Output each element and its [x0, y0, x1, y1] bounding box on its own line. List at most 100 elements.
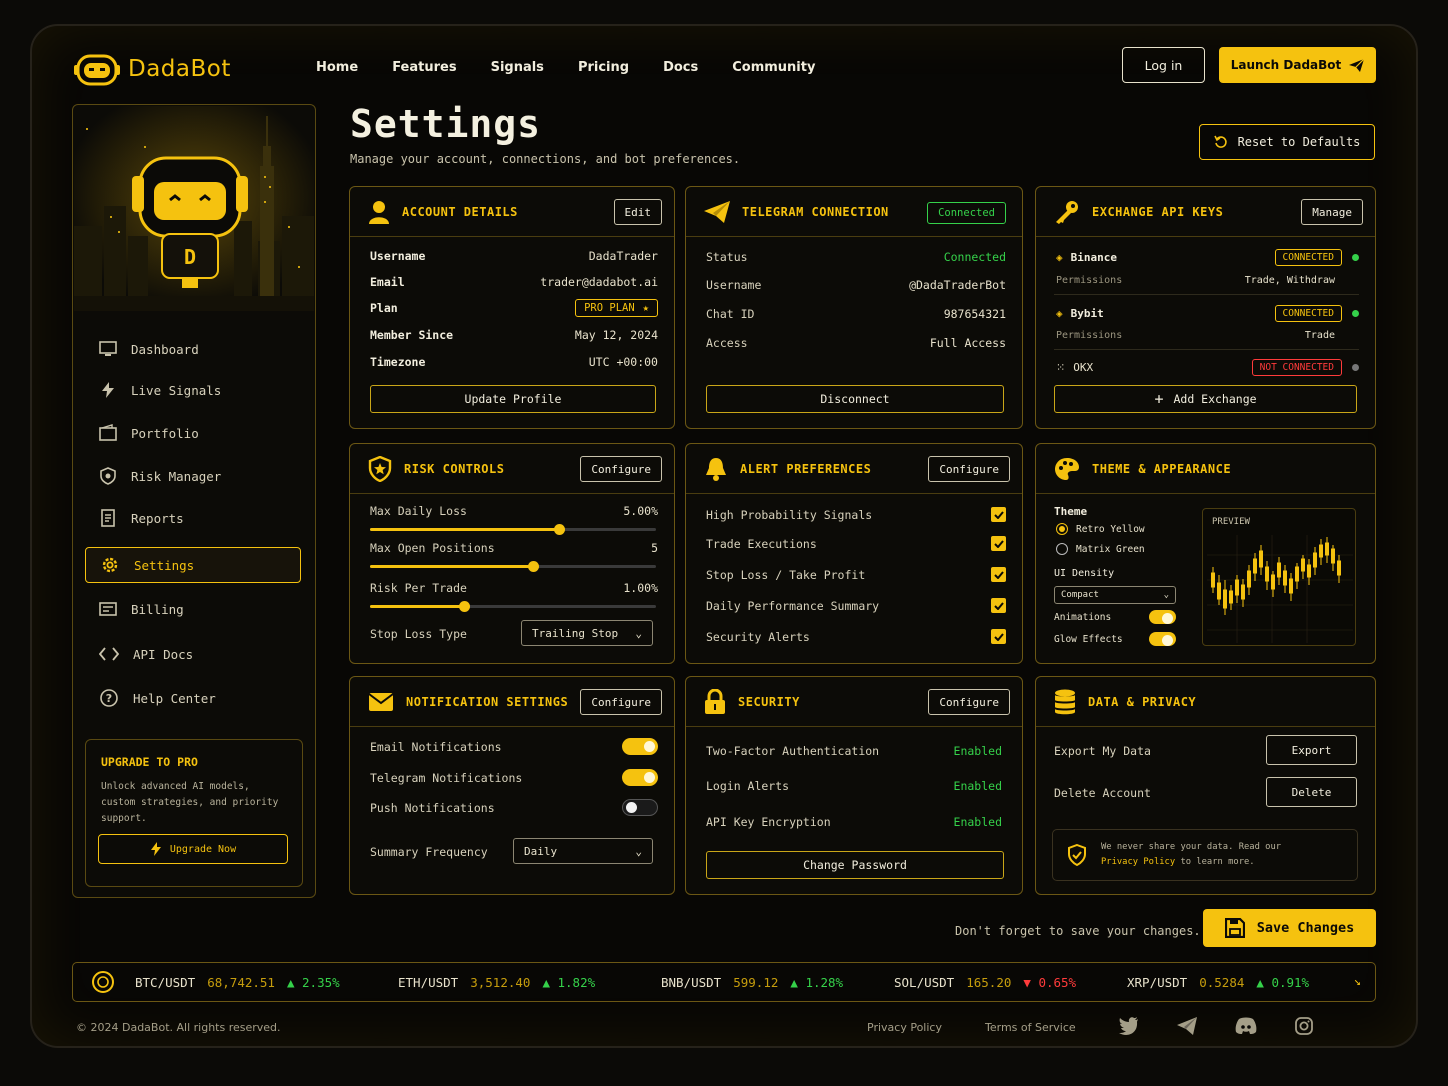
- sidebar-item-portfolio[interactable]: Portfolio: [85, 415, 301, 451]
- export-button[interactable]: Export: [1266, 735, 1357, 765]
- checkbox-checked[interactable]: [991, 598, 1006, 613]
- sidebar-item-risk-manager[interactable]: Risk Manager: [85, 458, 301, 494]
- checkbox-checked[interactable]: [991, 629, 1006, 644]
- card-title: TELEGRAM CONNECTION: [742, 204, 889, 219]
- density-select[interactable]: Compact ⌄: [1054, 586, 1176, 604]
- update-profile-button[interactable]: Update Profile: [370, 385, 656, 413]
- nav-docs[interactable]: Docs: [663, 60, 698, 75]
- chevron-down-icon: ⌄: [635, 844, 642, 858]
- configure-button[interactable]: Configure: [928, 456, 1010, 482]
- ticker-item[interactable]: BTC/USDT 68,742.51 ▲ 2.35%: [135, 975, 340, 990]
- telegram-row: Chat ID 987654321: [706, 307, 1006, 321]
- discord-icon[interactable]: [1235, 1017, 1257, 1035]
- configure-button[interactable]: Configure: [928, 689, 1010, 715]
- summary-frequency-select[interactable]: Daily ⌄: [513, 838, 653, 864]
- edit-button[interactable]: Edit: [613, 199, 662, 225]
- alert-row[interactable]: Security Alerts: [706, 629, 1006, 644]
- sidebar-item-api-docs[interactable]: API Docs: [85, 636, 301, 672]
- upgrade-button-label: Upgrade Now: [169, 843, 237, 855]
- launch-button[interactable]: Launch DadaBot: [1219, 47, 1376, 83]
- candlestick-preview-graphic: [1207, 535, 1353, 643]
- sidebar-item-label: Live Signals: [131, 382, 222, 398]
- radio-selected[interactable]: [1056, 523, 1068, 535]
- nav-community[interactable]: Community: [732, 60, 815, 75]
- slider-knob[interactable]: [528, 561, 540, 572]
- privacy-policy-link[interactable]: Privacy Policy: [1101, 857, 1175, 867]
- footer-privacy-link[interactable]: Privacy Policy: [867, 1021, 942, 1034]
- sidebar-item-help-center[interactable]: ? Help Center: [85, 680, 301, 716]
- sidebar-item-dashboard[interactable]: Dashboard: [85, 331, 301, 367]
- checkbox-checked[interactable]: [991, 567, 1006, 582]
- card-header: THEME & APPEARANCE: [1036, 444, 1375, 494]
- checkbox-checked[interactable]: [991, 507, 1006, 522]
- alert-row[interactable]: Trade Executions: [706, 536, 1006, 551]
- nav-pricing[interactable]: Pricing: [578, 60, 629, 75]
- theme-option-matrix-green[interactable]: Matrix Green: [1056, 543, 1145, 555]
- security-row: Login Alerts Enabled: [706, 779, 1002, 793]
- sidebar-item-reports[interactable]: Reports: [85, 500, 301, 536]
- save-reminder: Don't forget to save your changes.: [955, 924, 1201, 938]
- radio-unselected[interactable]: [1056, 543, 1068, 555]
- glow-effects-toggle[interactable]: [1149, 632, 1176, 646]
- checkbox-checked[interactable]: [991, 536, 1006, 551]
- brand-logo[interactable]: DadaBot: [74, 50, 231, 88]
- theme-label: Theme: [1054, 505, 1088, 518]
- email-notifications-toggle[interactable]: [622, 738, 658, 755]
- save-changes-button[interactable]: Save Changes: [1203, 909, 1376, 947]
- telegram-icon[interactable]: [1177, 1017, 1197, 1035]
- sidebar-item-live-signals[interactable]: Live Signals: [85, 372, 301, 408]
- account-row: Username DadaTrader: [370, 249, 658, 263]
- wallet-icon: [99, 424, 117, 441]
- account-row: Email trader@dadabot.ai: [370, 275, 658, 289]
- manage-button[interactable]: Manage: [1301, 199, 1363, 225]
- max-daily-loss-slider[interactable]: [370, 524, 656, 535]
- exchange-row-okx[interactable]: ⁙ OKX NOT CONNECTED: [1056, 359, 1359, 376]
- twitter-icon[interactable]: [1119, 1017, 1139, 1035]
- configure-button[interactable]: Configure: [580, 456, 662, 482]
- change-password-button[interactable]: Change Password: [706, 851, 1004, 879]
- star-icon: ★: [642, 302, 649, 314]
- exchange-row-bybit[interactable]: ◈ Bybit CONNECTED: [1056, 305, 1359, 322]
- add-exchange-button[interactable]: + Add Exchange: [1054, 385, 1357, 413]
- risk-per-trade-slider[interactable]: [370, 601, 656, 612]
- animations-toggle[interactable]: [1149, 610, 1176, 624]
- alert-row[interactable]: Stop Loss / Take Profit: [706, 567, 1006, 582]
- telegram-notifications-toggle[interactable]: [622, 769, 658, 786]
- max-open-positions-slider[interactable]: [370, 561, 656, 572]
- nav-signals[interactable]: Signals: [491, 60, 544, 75]
- ticker-item[interactable]: SOL/USDT 165.20 ▼ 0.65%: [894, 975, 1076, 990]
- upgrade-button[interactable]: Upgrade Now: [98, 834, 288, 864]
- nav-home[interactable]: Home: [316, 60, 358, 75]
- reset-defaults-button[interactable]: Reset to Defaults: [1199, 124, 1375, 160]
- slider-knob[interactable]: [553, 524, 565, 535]
- disconnect-button[interactable]: Disconnect: [706, 385, 1004, 413]
- app-window: DadaBot Home Features Signals Pricing Do…: [30, 24, 1418, 1048]
- alert-row[interactable]: High Probability Signals: [706, 507, 1006, 522]
- ticker-item[interactable]: XRP/USDT 0.5284 ▲ 0.91%: [1127, 975, 1309, 990]
- notification-row: Email Notifications: [370, 738, 658, 755]
- exchange-row-binance[interactable]: ◈ Binance CONNECTED: [1056, 249, 1359, 266]
- animations-label: Animations: [1054, 612, 1112, 623]
- divider: [1054, 294, 1359, 295]
- scroll-arrow-icon[interactable]: ↘: [1354, 974, 1361, 988]
- instagram-icon[interactable]: [1295, 1017, 1313, 1035]
- nav-features[interactable]: Features: [392, 60, 456, 75]
- sidebar-item-label: Help Center: [133, 690, 216, 706]
- footer-terms-link[interactable]: Terms of Service: [985, 1021, 1076, 1034]
- configure-button[interactable]: Configure: [580, 689, 662, 715]
- ticker-item[interactable]: BNB/USDT 599.12 ▲ 1.28%: [661, 975, 843, 990]
- slider-knob[interactable]: [459, 601, 471, 612]
- sidebar-item-billing[interactable]: Billing: [85, 591, 301, 627]
- ticker-item[interactable]: ETH/USDT 3,512.40 ▲ 1.82%: [398, 975, 595, 990]
- alert-row[interactable]: Daily Performance Summary: [706, 598, 1006, 613]
- binance-icon: ◈: [1056, 251, 1063, 264]
- sidebar-item-settings[interactable]: Settings: [85, 547, 301, 583]
- login-button[interactable]: Log in: [1122, 47, 1205, 83]
- notification-row: Telegram Notifications: [370, 769, 658, 786]
- notification-row: Summary Frequency: [370, 845, 488, 859]
- plan-badge: PRO PLAN ★: [575, 299, 658, 317]
- push-notifications-toggle[interactable]: [622, 799, 658, 816]
- delete-account-button[interactable]: Delete: [1266, 777, 1357, 807]
- stop-loss-type-select[interactable]: Trailing Stop ⌄: [521, 620, 653, 646]
- theme-option-retro-yellow[interactable]: Retro Yellow: [1056, 523, 1145, 535]
